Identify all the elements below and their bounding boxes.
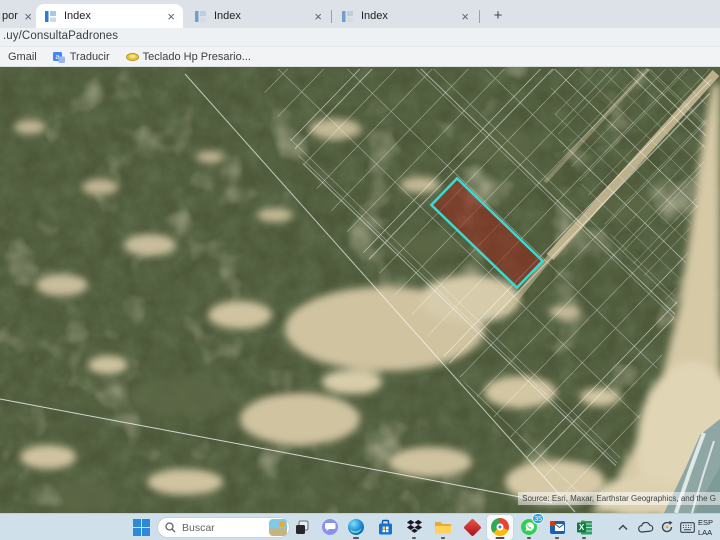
translate-icon: a — [52, 51, 65, 63]
tab-title: por — [2, 10, 18, 22]
windows-logo-icon — [132, 518, 150, 536]
task-view-icon — [296, 520, 309, 534]
whatsapp-badge: 35 — [532, 513, 544, 524]
chat-icon — [322, 519, 338, 535]
language-line2: LAA — [698, 527, 713, 537]
bookmark-label: Teclado Hp Presario... — [142, 50, 251, 63]
task-view-button[interactable] — [292, 517, 312, 537]
red-diamond-icon — [462, 517, 482, 537]
map-viewport[interactable]: Source: Esri, Maxar, Earthstar Geographi… — [0, 67, 720, 513]
tab-title: Index — [214, 10, 241, 22]
tab-index-3[interactable]: Index × — [333, 4, 477, 28]
new-tab-button[interactable]: + — [488, 6, 508, 26]
onedrive-tray-button[interactable] — [636, 517, 656, 537]
chevron-up-icon — [618, 524, 628, 530]
language-indicator[interactable]: ESP LAA — [698, 518, 713, 537]
dropbox-button[interactable] — [404, 517, 424, 539]
svg-text:X: X — [578, 523, 584, 532]
tab-favicon-icon — [44, 10, 57, 23]
tab-divider — [479, 10, 480, 23]
tab-close-icon[interactable]: × — [167, 10, 175, 23]
bookmarks-bar: Gmail a Traducir Teclado Hp Presario... — [0, 47, 720, 67]
tab-close-icon[interactable]: × — [24, 10, 32, 23]
file-explorer-button[interactable] — [433, 517, 453, 539]
desktop-screen: por × Index × Index × Index × + .uy/Cons… — [0, 0, 720, 540]
tab-divider — [331, 10, 332, 23]
browser-tab-strip: por × Index × Index × Index × + — [0, 0, 720, 28]
bookmark-teclado[interactable]: Teclado Hp Presario... — [125, 50, 251, 63]
search-placeholder: Buscar — [182, 521, 215, 534]
tab-favicon-icon — [194, 10, 207, 23]
edge-button[interactable] — [346, 517, 366, 539]
outlook-icon — [549, 520, 565, 534]
taskbar-search[interactable]: Buscar — [157, 517, 290, 538]
map-attribution: Source: Esri, Maxar, Earthstar Geographi… — [518, 492, 720, 505]
start-button[interactable] — [131, 517, 151, 537]
red-diamond-app-button[interactable] — [462, 517, 482, 537]
tab-active-index[interactable]: Index × — [36, 4, 183, 28]
touch-keyboard-icon — [679, 521, 695, 533]
tab-index-2[interactable]: Index × — [186, 4, 330, 28]
sync-tray-button[interactable] — [657, 517, 677, 537]
touch-keyboard-button[interactable] — [677, 517, 697, 537]
tab-partial[interactable]: por × — [0, 4, 34, 28]
outlook-button[interactable] — [547, 517, 567, 539]
bookmark-traducir[interactable]: a Traducir — [52, 50, 110, 63]
cloud-icon — [638, 521, 654, 533]
dropbox-icon — [406, 519, 422, 533]
taskbar: Buscar 35 X ESP LAA — [0, 513, 720, 540]
search-highlight-weather-icon — [269, 519, 287, 536]
bookmark-label: Gmail — [8, 50, 37, 63]
tab-favicon-icon — [341, 10, 354, 23]
edge-icon — [348, 519, 364, 535]
url-text[interactable]: .uy/ConsultaPadrones — [3, 30, 118, 42]
excel-button[interactable]: X — [574, 517, 594, 539]
bookmark-gmail[interactable]: Gmail — [8, 51, 37, 63]
search-icon — [165, 522, 176, 533]
file-explorer-icon — [435, 522, 451, 534]
tab-title: Index — [361, 10, 388, 22]
bookmark-label: Traducir — [69, 50, 110, 63]
tray-expand-button[interactable] — [615, 517, 631, 537]
chat-button[interactable] — [320, 517, 340, 537]
excel-icon: X — [576, 519, 592, 534]
sync-icon — [661, 521, 673, 533]
address-bar[interactable]: .uy/ConsultaPadrones — [0, 28, 720, 47]
tab-close-icon[interactable]: × — [314, 10, 322, 23]
store-icon — [378, 519, 392, 534]
satellite-map — [0, 67, 720, 513]
tab-close-icon[interactable]: × — [461, 10, 469, 23]
chrome-button[interactable] — [490, 517, 510, 539]
language-line1: ESP — [698, 518, 714, 527]
chrome-icon — [491, 518, 509, 536]
store-button[interactable] — [375, 517, 395, 537]
whatsapp-button[interactable]: 35 — [519, 513, 544, 539]
keyboard-bookmark-icon — [125, 51, 139, 63]
tab-title: Index — [64, 10, 91, 22]
